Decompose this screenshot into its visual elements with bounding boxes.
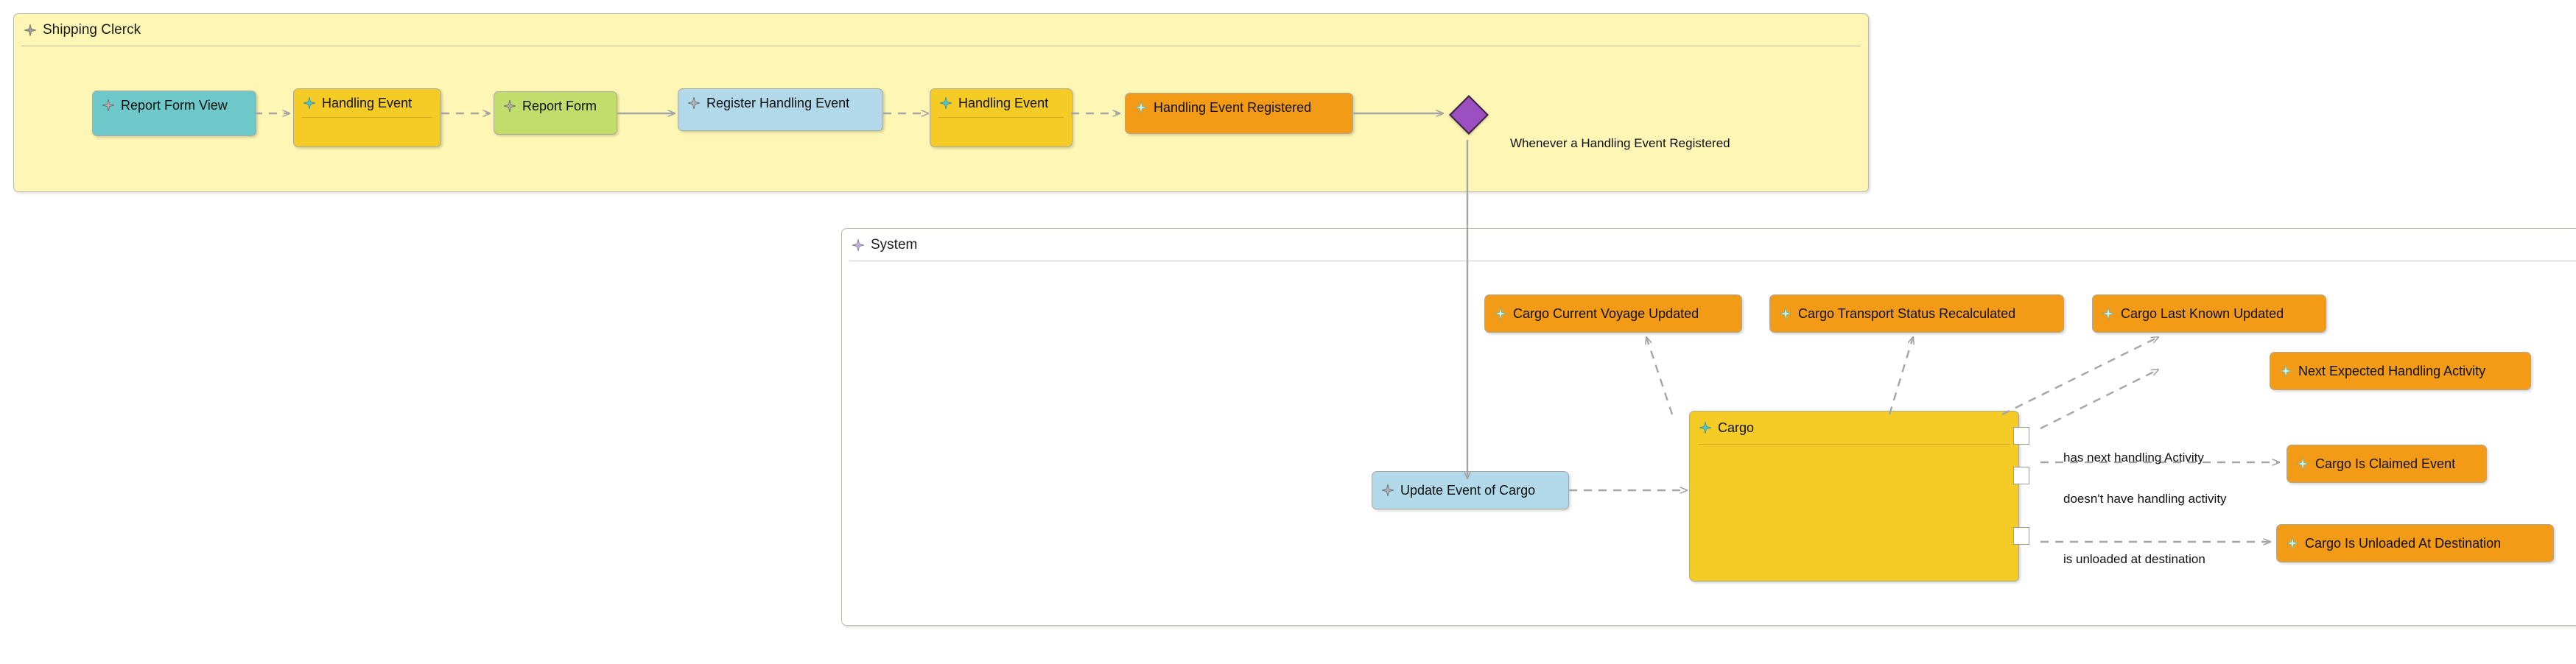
diamond-gray-icon — [1382, 484, 1394, 496]
node-header: Handling Event — [294, 89, 441, 117]
node-handling-event-registered[interactable]: Handling Event Registered — [1125, 93, 1353, 134]
gateway-label: Whenever a Handling Event Registered — [1510, 136, 1730, 150]
node-header: Cargo Transport Status Recalculated — [1770, 295, 2063, 332]
relation-label-is-unloaded-at-destination: is unloaded at destination — [2063, 552, 2205, 566]
diamond-gray-icon — [102, 99, 114, 111]
node-header: Cargo Last Known Updated — [2093, 295, 2326, 332]
diagram-canvas: Shipping Clerck System Report Form View … — [0, 0, 2576, 664]
node-body — [1690, 445, 2018, 581]
node-label: Update Event of Cargo — [1400, 482, 1536, 498]
node-report-form-view[interactable]: Report Form View — [92, 91, 256, 136]
diamond-lightteal-icon — [2102, 308, 2114, 319]
diamond-lightteal-icon — [1495, 308, 1506, 319]
node-update-event-of-cargo[interactable]: Update Event of Cargo — [1372, 471, 1569, 509]
cargo-port-1[interactable] — [2013, 427, 2029, 445]
pool-system-title: System — [871, 237, 918, 252]
diamond-lightteal-icon — [1780, 308, 1791, 319]
diamond-gray-icon — [504, 100, 516, 112]
node-header: Report Form — [494, 92, 617, 120]
node-label: Report Form View — [121, 97, 228, 113]
node-cargo[interactable]: Cargo — [1689, 411, 2019, 582]
node-body — [930, 118, 1072, 146]
node-label: Cargo Current Voyage Updated — [1513, 305, 1699, 321]
node-header: Cargo Is Claimed Event — [2287, 445, 2486, 482]
node-header: Register Handling Event — [678, 89, 882, 117]
diamond-purple-icon — [852, 239, 864, 251]
relation-label-doesnt-have-handling-activity: doesn't have handling activity — [2063, 492, 2227, 506]
node-cargo-is-unloaded-at-destination[interactable]: Cargo Is Unloaded At Destination — [2276, 524, 2554, 562]
node-label: Cargo — [1718, 420, 1755, 435]
node-label: Handling Event — [958, 95, 1049, 110]
node-header: Report Form View — [93, 91, 256, 119]
node-header: Cargo — [1690, 412, 2018, 444]
node-cargo-last-known-updated[interactable]: Cargo Last Known Updated — [2092, 294, 2326, 333]
node-header: Update Event of Cargo — [1372, 472, 1568, 509]
diamond-lightteal-icon — [1135, 102, 1147, 113]
node-cargo-is-claimed-event[interactable]: Cargo Is Claimed Event — [2287, 445, 2487, 483]
relation-label-has-next-handling-activity: has next handling Activity — [2063, 451, 2204, 465]
pool-system-header: System — [842, 229, 2576, 261]
node-label: Cargo Transport Status Recalculated — [1798, 305, 2016, 321]
node-handling-event-1[interactable]: Handling Event — [293, 88, 441, 147]
node-header: Handling Event — [930, 89, 1072, 117]
cargo-port-2[interactable] — [2013, 467, 2029, 484]
pool-shipping-clerck-title: Shipping Clerck — [43, 22, 141, 38]
node-handling-event-2[interactable]: Handling Event — [930, 88, 1073, 147]
node-register-handling-event[interactable]: Register Handling Event — [678, 88, 883, 131]
node-cargo-transport-status-recalculated[interactable]: Cargo Transport Status Recalculated — [1769, 294, 2064, 333]
node-label: Handling Event — [322, 95, 413, 110]
node-cargo-current-voyage-updated[interactable]: Cargo Current Voyage Updated — [1484, 294, 1742, 333]
node-header: Handling Event Registered — [1126, 93, 1352, 121]
node-body — [294, 118, 441, 146]
pool-shipping-clerck-header: Shipping Clerck — [14, 14, 1868, 46]
cargo-port-3[interactable] — [2013, 527, 2029, 545]
node-next-expected-handling-activity[interactable]: Next Expected Handling Activity — [2270, 352, 2531, 390]
node-header: Next Expected Handling Activity — [2270, 353, 2530, 389]
node-header: Cargo Current Voyage Updated — [1485, 295, 1741, 332]
node-label: Register Handling Event — [706, 95, 850, 110]
node-label: Next Expected Handling Activity — [2298, 363, 2486, 378]
diamond-teal-icon — [940, 97, 952, 109]
node-label: Handling Event Registered — [1154, 99, 1312, 115]
diamond-gray-icon — [688, 97, 700, 109]
diamond-teal-icon — [303, 97, 315, 109]
node-label: Cargo Is Unloaded At Destination — [2305, 535, 2502, 551]
diamond-gray-icon — [24, 24, 36, 36]
node-label: Cargo Last Known Updated — [2121, 305, 2284, 321]
node-report-form[interactable]: Report Form — [494, 91, 617, 135]
diamond-lightteal-icon — [2287, 537, 2298, 549]
node-label: Cargo Is Claimed Event — [2315, 456, 2456, 471]
diamond-lightteal-icon — [2280, 365, 2292, 377]
diamond-teal-icon — [1699, 422, 1711, 434]
node-header: Cargo Is Unloaded At Destination — [2277, 525, 2553, 562]
node-label: Report Form — [522, 98, 597, 113]
diamond-lightteal-icon — [2297, 458, 2309, 470]
